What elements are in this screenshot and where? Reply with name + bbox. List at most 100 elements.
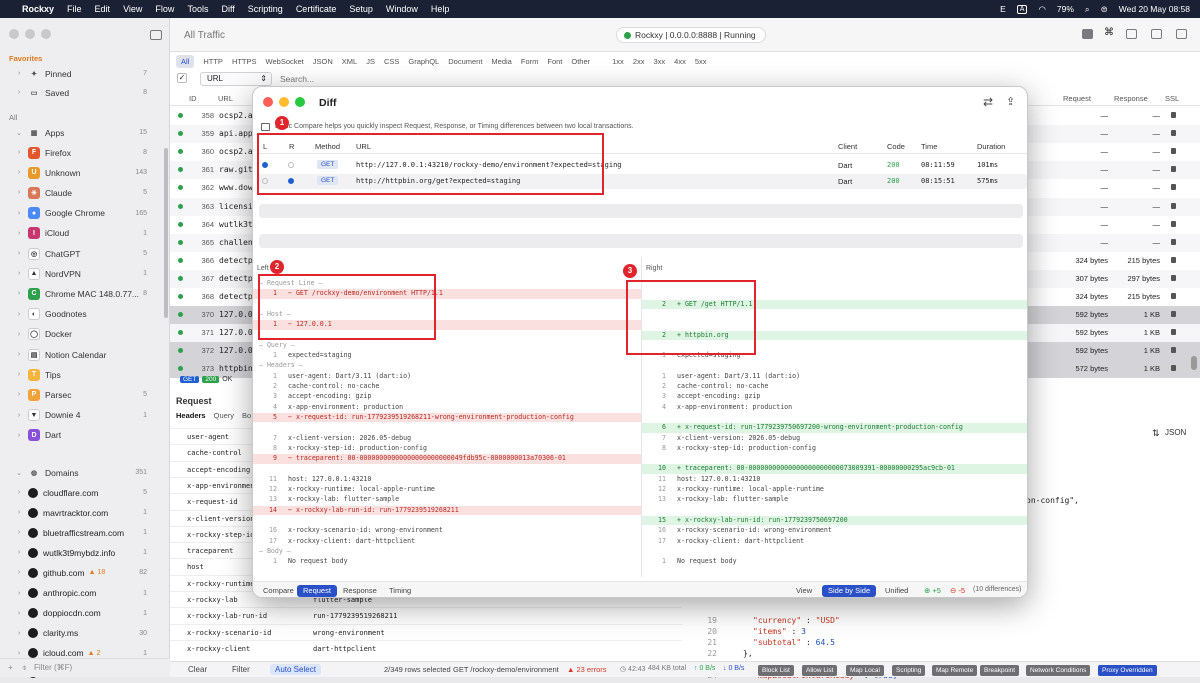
toggle-allow-list[interactable]: Allow List [802, 665, 838, 676]
sidebar-item-app[interactable]: › ▤ Notion Calendar [0, 345, 170, 364]
wifi-icon[interactable]: ◠ [1038, 4, 1045, 15]
clock[interactable]: Wed 20 May 08:58 [1119, 4, 1190, 14]
chevron-right-icon[interactable]: › [14, 169, 24, 176]
chevron-right-icon[interactable]: › [14, 549, 24, 556]
chevron-right-icon[interactable]: › [14, 489, 24, 496]
input-source-a[interactable]: A [1016, 4, 1028, 14]
side-by-side-button[interactable]: Side by Side [822, 585, 877, 597]
sidebar-item-domain[interactable]: › mavrtracktor.com 1 [0, 503, 170, 522]
chevron-right-icon[interactable]: › [14, 610, 24, 617]
column-header-id[interactable]: ID [189, 94, 197, 103]
column-header-duration[interactable]: Duration [977, 142, 1005, 151]
diff-tab-response[interactable]: Response [337, 585, 383, 597]
swap-icon[interactable]: ⇄ [983, 95, 993, 109]
column-header-response[interactable]: Response [1114, 94, 1148, 103]
sidebar-item-domain[interactable]: › clarity.ms 30 [0, 624, 170, 643]
sidebar-item-app[interactable]: › ● Google Chrome 165 [0, 204, 170, 223]
filter-form[interactable]: Form [521, 57, 539, 66]
chevron-right-icon[interactable]: › [14, 351, 24, 358]
diff-close-button[interactable] [263, 97, 273, 107]
filter-websocket[interactable]: WebSocket [266, 57, 304, 66]
chevron-right-icon[interactable]: › [14, 210, 24, 217]
sidebar-item-app[interactable]: › IiCloud 1 [0, 224, 170, 243]
search-field-select[interactable]: URL ⇕ [200, 72, 272, 86]
filter-document[interactable]: Document [448, 57, 482, 66]
sidebar-toggle-icon[interactable] [150, 30, 162, 40]
column-header-ssl[interactable]: SSL [1165, 94, 1179, 103]
chevron-right-icon[interactable]: › [14, 529, 24, 536]
chevron-right-icon[interactable]: › [14, 391, 24, 398]
sidebar-item-domain[interactable]: › anthropic.com 1 [0, 584, 170, 603]
menu-item-setup[interactable]: Setup [349, 4, 373, 14]
chevron-right-icon[interactable]: › [14, 432, 24, 439]
format-icon[interactable]: ⇅ [1152, 428, 1160, 439]
menu-app-name[interactable]: Rockxy [22, 4, 54, 14]
filter-other[interactable]: Other [571, 57, 590, 66]
sidebar-item-app[interactable]: › U Unknown 143 [0, 163, 170, 182]
sidebar-item-domains[interactable]: ⌄ ◍ Domains 351 [0, 463, 170, 482]
auto-select-button[interactable]: Auto Select [270, 664, 321, 675]
menu-item-tools[interactable]: Tools [187, 4, 208, 14]
menu-item-scripting[interactable]: Scripting [248, 4, 283, 14]
chevron-right-icon[interactable]: › [14, 189, 24, 196]
filter-button[interactable]: Filter [232, 665, 250, 674]
filter-xml[interactable]: XML [342, 57, 357, 66]
sidebar-item-app[interactable]: › ▼ Downie 4 1 [0, 406, 170, 425]
chevron-right-icon[interactable]: › [14, 89, 24, 96]
add-icon[interactable]: + [8, 663, 13, 672]
chevron-right-icon[interactable]: › [14, 569, 24, 576]
sidebar-item-saved[interactable]: › ▭ Saved 8 [0, 83, 170, 102]
chevron-right-icon[interactable]: › [14, 270, 24, 277]
filter-all[interactable]: All [176, 54, 195, 68]
chevron-down-icon[interactable]: ⌄ [14, 129, 24, 137]
filter-https[interactable]: HTTPS [232, 57, 257, 66]
tab-headers[interactable]: Headers [176, 411, 206, 420]
sidebar-filter-input[interactable]: Filter (⌘F) [34, 663, 72, 672]
toggle-breakpoint[interactable]: Breakpoint [980, 665, 1020, 676]
diff-tab-request[interactable]: Request [297, 585, 337, 597]
chevron-right-icon[interactable]: › [14, 149, 24, 156]
proxy-status-badge[interactable]: Rockxy | 0.0.0.0:8888 | Running [616, 27, 766, 43]
filter-media[interactable]: Media [491, 57, 511, 66]
sidebar-item-pinned[interactable]: › ✦ Pinned 7 [0, 64, 170, 83]
filter-font[interactable]: Font [547, 57, 562, 66]
filter-css[interactable]: CSS [384, 57, 399, 66]
chevron-right-icon[interactable]: › [14, 590, 24, 597]
json-format-button[interactable]: JSON [1165, 428, 1186, 437]
chevron-right-icon[interactable]: › [14, 230, 24, 237]
layout-icon[interactable] [1151, 29, 1162, 39]
tools-icon[interactable]: ⌘ [1104, 27, 1115, 38]
tab-query[interactable]: Query [214, 411, 234, 420]
chevron-right-icon[interactable]: › [14, 412, 24, 419]
sidebar-item-domain[interactable]: › github.com ▲ 18 82 [0, 563, 170, 582]
chevron-right-icon[interactable]: › [14, 509, 24, 516]
sidebar-item-app[interactable]: › ◎ ChatGPT 5 [0, 244, 170, 263]
chevron-right-icon[interactable]: › [14, 250, 24, 257]
minimize-window-button[interactable] [25, 29, 35, 39]
column-header-request[interactable]: Request [1063, 94, 1091, 103]
filter-5xx[interactable]: 5xx [695, 57, 707, 66]
sidebar-item-domain[interactable]: › cloudflare.com 5 [0, 483, 170, 502]
chevron-right-icon[interactable]: › [14, 650, 24, 657]
menu-item-flow[interactable]: Flow [155, 4, 174, 14]
sidebar-item-app[interactable]: › F Firefox 8 [0, 143, 170, 162]
menu-item-view[interactable]: View [123, 4, 142, 14]
menu-item-edit[interactable]: Edit [95, 4, 111, 14]
stop-icon[interactable] [1082, 29, 1093, 39]
tab-bo[interactable]: Bo [242, 411, 251, 420]
select-all-checkbox[interactable]: ✓ [177, 73, 187, 83]
column-header-client[interactable]: Client [838, 142, 857, 151]
close-window-button[interactable] [9, 29, 19, 39]
sidebar-item-app[interactable]: › ▲ NordVPN 1 [0, 264, 170, 283]
chevron-right-icon[interactable]: › [14, 311, 24, 318]
filter-http[interactable]: HTTP [203, 57, 223, 66]
menu-item-window[interactable]: Window [386, 4, 418, 14]
column-header-url[interactable]: URL [218, 94, 233, 103]
table-scrollbar[interactable] [1191, 356, 1197, 370]
input-source-e[interactable]: E [1000, 4, 1006, 14]
menu-item-certificate[interactable]: Certificate [296, 4, 337, 14]
zoom-window-button[interactable] [41, 29, 51, 39]
sidebar-item-app[interactable]: › ◯ Docker [0, 325, 170, 344]
battery-percent[interactable]: 79% [1057, 4, 1074, 14]
chevron-right-icon[interactable]: › [14, 371, 24, 378]
